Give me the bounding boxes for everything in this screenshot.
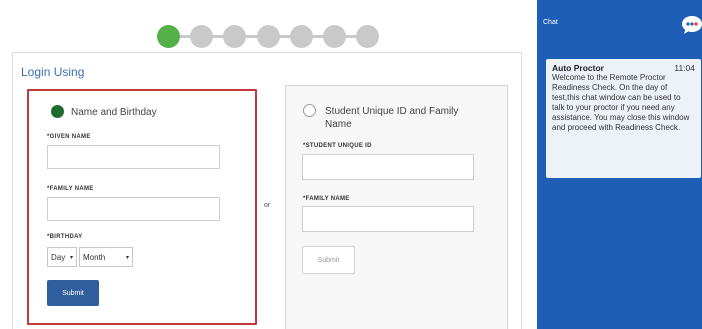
chat-title: Chat: [543, 19, 558, 26]
student-family-name-label: *FAMILY NAME: [303, 196, 350, 202]
chat-message-sender: Auto Proctor: [552, 63, 604, 73]
student-id-label: *STUDENT UNIQUE ID: [303, 143, 372, 149]
month-select[interactable]: Month ▾: [79, 247, 133, 267]
day-select[interactable]: Day ▾: [47, 247, 77, 267]
progress-step-4: [257, 25, 280, 48]
chat-message-header: Auto Proctor 11:04: [552, 63, 695, 73]
option-student-id[interactable]: Student Unique ID and Family Name *STUDE…: [285, 85, 508, 329]
option-student-id-label: Student Unique ID and Family Name: [325, 106, 459, 130]
progress-step-5: [290, 25, 313, 48]
option-name-birthday-label: Name and Birthday: [71, 107, 157, 118]
chat-bubble-icon[interactable]: [681, 15, 702, 35]
progress-step-2: [190, 25, 213, 48]
submit-button-name-birthday[interactable]: Submit: [47, 280, 99, 306]
login-panel: Login Using Name and Birthday *GIVEN NAM…: [12, 52, 522, 329]
chat-message-text: Welcome to the Remote Proctor Readiness …: [552, 73, 690, 132]
chat-message: Auto Proctor 11:04 Welcome to the Remote…: [546, 59, 701, 178]
progress-step-3: [223, 25, 246, 48]
day-select-value: Day: [51, 252, 66, 262]
family-name-label: *FAMILY NAME: [47, 186, 94, 192]
login-title: Login Using: [21, 65, 85, 79]
chevron-down-icon: ▾: [69, 254, 73, 261]
chevron-down-icon: ▾: [125, 254, 129, 261]
given-name-label: *GIVEN NAME: [47, 134, 91, 140]
progress-step-1: [157, 25, 180, 48]
progress-step-6: [323, 25, 346, 48]
submit-button-student-id[interactable]: Submit: [302, 246, 355, 274]
option-name-birthday[interactable]: Name and Birthday *GIVEN NAME *FAMILY NA…: [27, 89, 257, 325]
radio-student-id[interactable]: [303, 104, 316, 117]
progress-indicator: [157, 23, 381, 49]
student-family-name-field[interactable]: [302, 206, 474, 232]
birthday-label: *BIRTHDAY: [47, 234, 83, 240]
radio-name-birthday[interactable]: [51, 105, 64, 118]
page: Login Using Name and Birthday *GIVEN NAM…: [0, 0, 702, 329]
given-name-field[interactable]: [47, 145, 220, 169]
family-name-field[interactable]: [47, 197, 220, 221]
chat-panel: Chat Auto Proctor 11:04 Welcome to the R…: [537, 0, 702, 329]
progress-step-7: [356, 25, 379, 48]
or-separator: or: [264, 202, 271, 209]
chat-message-time: 11:04: [674, 63, 695, 73]
month-select-value: Month: [83, 252, 106, 262]
student-id-field[interactable]: [302, 154, 474, 180]
